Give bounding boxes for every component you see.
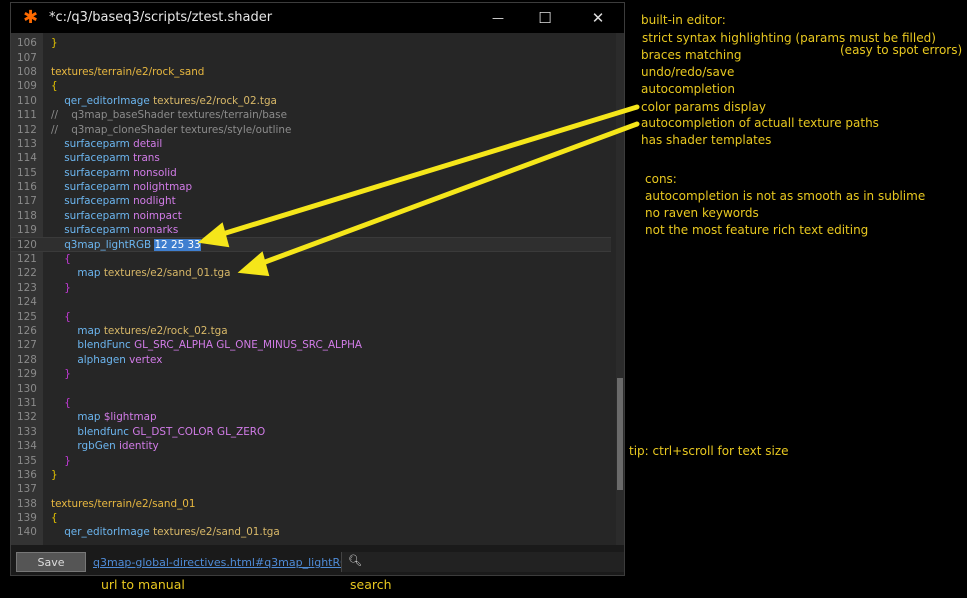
- arrow-texture-paths-head: [237, 251, 270, 277]
- url-caption: url to manual: [101, 577, 185, 592]
- builtin-feature-item: color params display: [641, 100, 766, 114]
- easy-errors-note: (easy to spot errors): [840, 43, 963, 57]
- cons-item: autocompletion is not as smooth as in su…: [645, 189, 926, 203]
- arrow-color-params: [213, 104, 640, 239]
- search-caption: search: [350, 577, 392, 592]
- builtin-feature-item: undo/redo/save: [641, 65, 735, 79]
- builtin-feature-item: braces matching: [641, 48, 742, 62]
- cons-item: not the most feature rich text editing: [645, 223, 869, 237]
- arrow-texture-paths: [254, 121, 640, 268]
- builtin-feature-item: autocompletion: [641, 82, 735, 96]
- arrow-color-params-head: [197, 222, 230, 248]
- annotation-arrows: [197, 104, 640, 277]
- builtin-feature-item: autocompletion of actuall texture paths: [641, 116, 879, 130]
- cons-header: cons:: [645, 172, 677, 186]
- tip-note: tip: ctrl+scroll for text size: [629, 444, 789, 458]
- builtin-feature-item: has shader templates: [641, 133, 772, 147]
- cons-item: no raven keywords: [645, 206, 759, 220]
- builtin-editor-header: built-in editor:: [641, 13, 726, 27]
